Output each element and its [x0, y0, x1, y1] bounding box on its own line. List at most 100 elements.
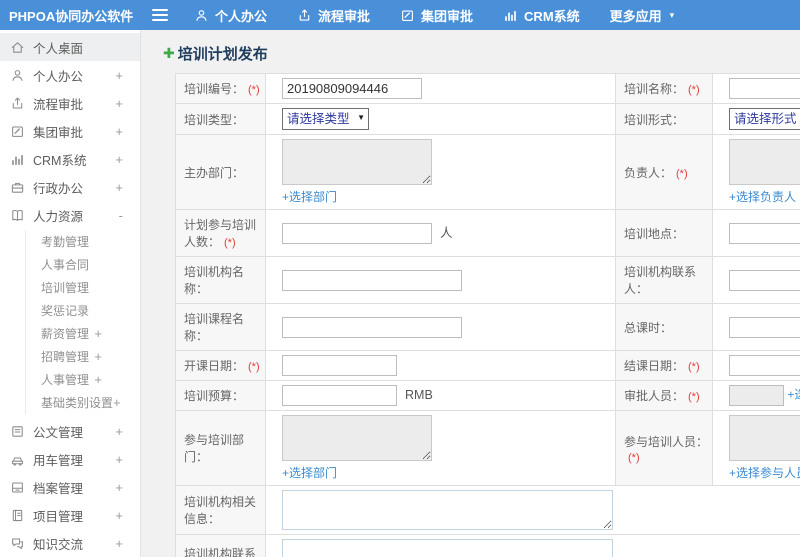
- sidebar-item-label: 个人桌面: [33, 41, 84, 56]
- field-label: 培训地点：: [624, 226, 685, 241]
- field-label: 计划参与培训人数：: [184, 218, 257, 249]
- sidebar-item-knowledge-exchange[interactable]: 知识交流 +: [0, 529, 140, 557]
- required-marker: (*): [688, 391, 700, 403]
- table-row: 培训编号：(*) 培训名称：(*): [175, 73, 800, 104]
- training-no-input[interactable]: [282, 78, 422, 99]
- sidebar-item-group-approval[interactable]: 集团审批 +: [0, 117, 140, 145]
- car-icon: [10, 452, 25, 467]
- document-icon: [10, 424, 25, 439]
- sidebar-item-vehicle-mgmt[interactable]: 用车管理 +: [0, 445, 140, 473]
- expand-toggle[interactable]: +: [115, 424, 123, 439]
- topnav-label: CRM系统: [524, 8, 580, 24]
- table-row: 培训课程名称： 总课时：: [175, 303, 800, 351]
- table-row: 主办部门： +选择部门 负责人： (*) +选择负责人: [175, 134, 800, 210]
- collapse-toggle[interactable]: -: [119, 208, 123, 223]
- expand-toggle[interactable]: +: [115, 180, 123, 195]
- field-label: 培训课程名称：: [184, 312, 245, 343]
- expand-toggle[interactable]: +: [115, 452, 123, 467]
- sidebar-item-label: 集团审批: [33, 125, 84, 140]
- sidebar-item-project-mgmt[interactable]: 项目管理 +: [0, 501, 140, 529]
- leader-textarea[interactable]: [729, 139, 800, 185]
- sidebar-item-flow-approval[interactable]: 流程审批 +: [0, 89, 140, 117]
- notebook-icon: [10, 508, 25, 523]
- org-info-textarea[interactable]: [282, 490, 613, 530]
- training-form-select[interactable]: 请选择形式: [729, 108, 800, 130]
- sidebar: 个人桌面 个人办公 + 流程审批 + 集团审批 + CRM系统 + 行政办公 +: [0, 30, 141, 557]
- home-icon: [10, 40, 25, 55]
- archive-icon: [10, 480, 25, 495]
- sidebar-item-attendance[interactable]: 考勤管理: [26, 230, 140, 253]
- topnav-item-crm[interactable]: CRM系统: [503, 6, 580, 25]
- expand-toggle[interactable]: +: [115, 124, 123, 139]
- sidebar-item-recruit-mgmt[interactable]: 招聘管理 +: [26, 345, 140, 368]
- planned-count-input[interactable]: [282, 223, 432, 245]
- table-row: 开课日期： (*) 结课日期： (*): [175, 350, 800, 381]
- expand-toggle[interactable]: +: [115, 480, 123, 495]
- expand-toggle[interactable]: +: [115, 508, 123, 523]
- training-name-input[interactable]: [729, 78, 800, 99]
- expand-toggle[interactable]: +: [115, 536, 123, 551]
- join-people-textarea[interactable]: [729, 415, 800, 461]
- location-input[interactable]: [729, 222, 800, 244]
- training-type-select-wrap: 请选择类型: [282, 108, 369, 130]
- host-dept-textarea[interactable]: [282, 139, 432, 185]
- add-icon: ✚: [163, 45, 175, 61]
- sidebar-item-admin-office[interactable]: 行政办公 +: [0, 173, 140, 201]
- sidebar-item-label: 流程审批: [33, 97, 84, 112]
- select-leader-link[interactable]: +选择负责人: [729, 190, 796, 204]
- budget-input[interactable]: [282, 385, 397, 406]
- sidebar-item-document-mgmt[interactable]: 公文管理 +: [0, 417, 140, 445]
- field-label: 总课时：: [624, 320, 673, 335]
- sidebar-item-label: 档案管理: [33, 481, 84, 496]
- required-marker: (*): [688, 84, 700, 96]
- table-row: 培训类型： 请选择类型 培训形式： 请选择形式: [175, 103, 800, 135]
- edit-approve-icon: [400, 8, 415, 23]
- field-label: 结课日期：: [624, 359, 685, 373]
- start-date-input[interactable]: [282, 355, 397, 376]
- sidebar-item-personnel-mgmt[interactable]: 人事管理 +: [26, 368, 140, 391]
- topnav-item-group-approval[interactable]: 集团审批: [400, 6, 473, 25]
- field-label: 审批人员：: [624, 389, 685, 403]
- topnav-item-flow-approval[interactable]: 流程审批: [297, 6, 370, 25]
- sidebar-item-label: 人力资源: [33, 209, 84, 224]
- org-contact-input[interactable]: [729, 269, 800, 291]
- sidebar-item-crm[interactable]: CRM系统 +: [0, 145, 140, 173]
- expand-toggle[interactable]: +: [115, 96, 123, 111]
- join-dept-textarea[interactable]: [282, 415, 432, 461]
- field-label: 培训机构联系人：: [624, 265, 697, 296]
- expand-toggle[interactable]: +: [115, 68, 123, 83]
- select-dept-link[interactable]: +选择部门: [282, 190, 337, 204]
- org-name-input[interactable]: [282, 269, 462, 291]
- sidebar-hr-submenu: 考勤管理 人事合同 培训管理 奖惩记录 薪资管理 + 招聘管理 + 人事管理 + 基础…: [25, 230, 140, 414]
- sidebar-item-label: 项目管理: [33, 509, 84, 524]
- topnav-item-personal-office[interactable]: 个人办公: [194, 6, 267, 25]
- table-row: 培训机构联系人相关信息：: [175, 534, 800, 557]
- sidebar-item-personal-desktop[interactable]: 个人桌面: [0, 33, 140, 61]
- select-approver-link[interactable]: +选择审批人员: [787, 388, 800, 402]
- total-hours-input[interactable]: [729, 316, 800, 338]
- field-label: 主办部门：: [184, 165, 245, 180]
- approver-input[interactable]: [729, 385, 784, 406]
- expand-toggle[interactable]: +: [115, 152, 123, 167]
- sidebar-item-personal-office[interactable]: 个人办公 +: [0, 61, 140, 89]
- course-name-input[interactable]: [282, 316, 462, 338]
- person-icon: [10, 68, 25, 83]
- topnav-item-more-apps[interactable]: 更多应用 ▾: [610, 6, 675, 25]
- sidebar-item-salary-mgmt[interactable]: 薪资管理 +: [26, 322, 140, 345]
- select-join-dept-link[interactable]: +选择部门: [282, 466, 337, 480]
- top-bar: PHPOA协同办公软件 个人办公 流程审批 集团审批 CRM系统 更多应用 ▾: [0, 0, 800, 30]
- unit-label: RMB: [405, 387, 433, 402]
- hamburger-icon[interactable]: [152, 9, 168, 21]
- sidebar-item-human-resources[interactable]: 人力资源 -: [0, 201, 140, 229]
- sidebar-item-training-mgmt[interactable]: 培训管理: [26, 276, 140, 299]
- select-join-people-link[interactable]: +选择参与人员: [729, 466, 800, 480]
- person-icon: [194, 8, 209, 23]
- sidebar-item-label: 行政办公: [33, 181, 84, 196]
- sidebar-item-reward-record[interactable]: 奖惩记录: [26, 299, 140, 322]
- sidebar-item-hr-contract[interactable]: 人事合同: [26, 253, 140, 276]
- training-type-select[interactable]: 请选择类型: [282, 108, 369, 130]
- org-contact-info-textarea[interactable]: [282, 539, 613, 557]
- sidebar-item-archive-mgmt[interactable]: 档案管理 +: [0, 473, 140, 501]
- sidebar-item-base-category[interactable]: 基础类别设置 +: [26, 391, 140, 414]
- end-date-input[interactable]: [729, 355, 800, 376]
